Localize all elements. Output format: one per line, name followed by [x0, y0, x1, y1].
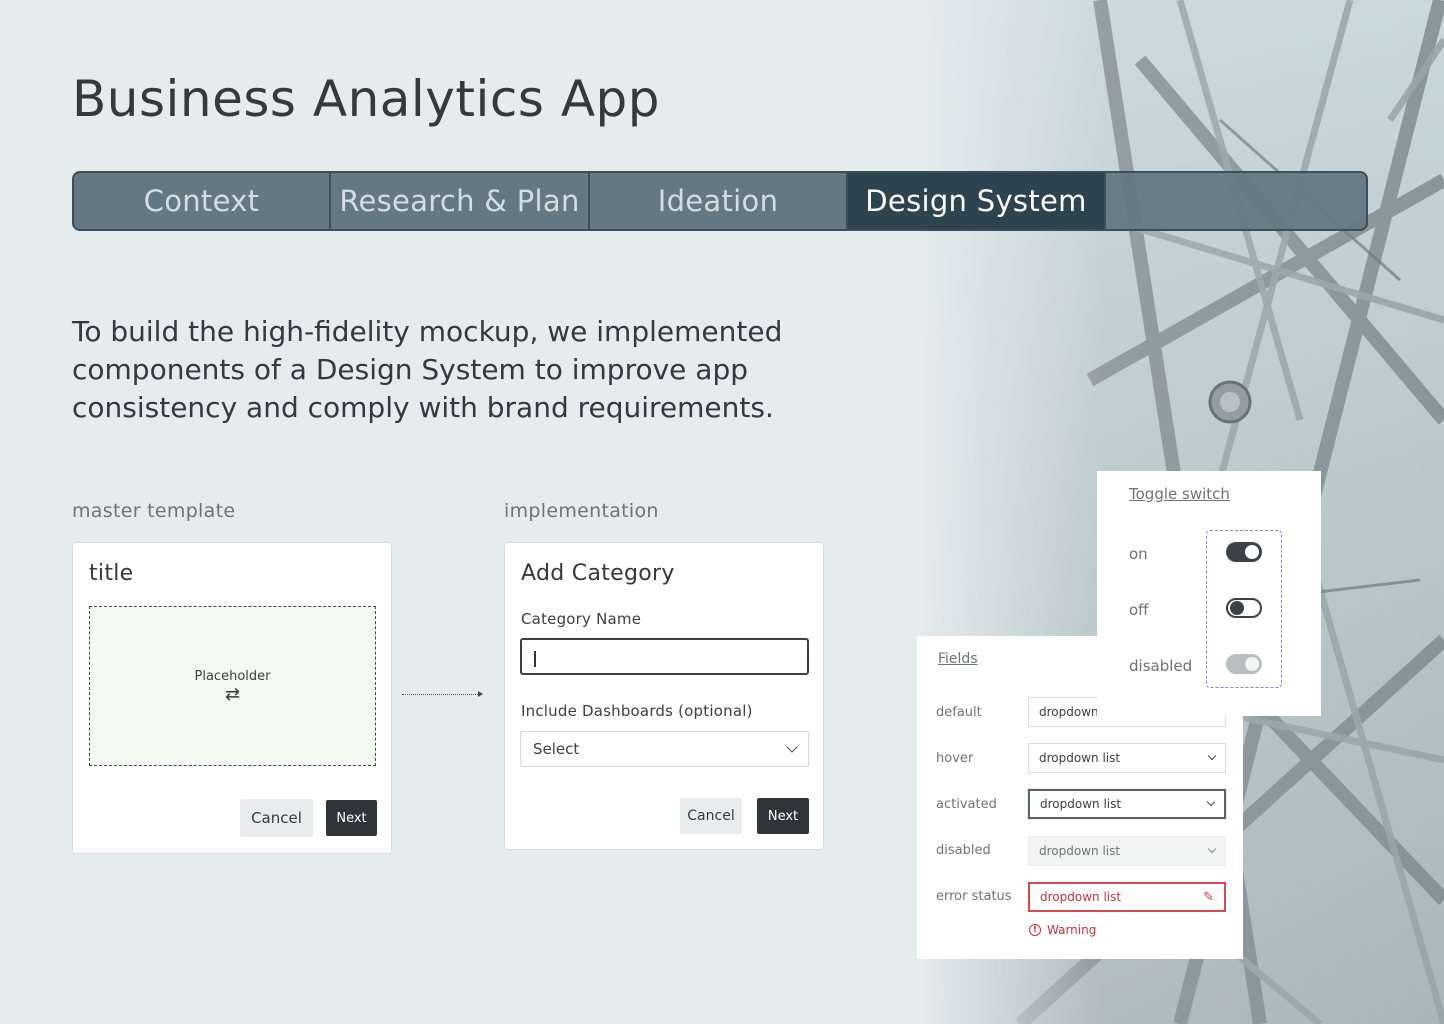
tab-ideation[interactable]: Ideation: [590, 173, 848, 229]
master-cancel-button[interactable]: Cancel: [240, 799, 313, 837]
swap-icon: ⇄: [224, 683, 241, 705]
dropdown-activated[interactable]: dropdown list: [1028, 789, 1226, 819]
add-category-title: Add Category: [521, 561, 675, 586]
master-template-card: title Placeholder ⇄ Cancel Next: [72, 542, 392, 854]
toggle-group-outline: [1206, 530, 1282, 688]
dashboards-select[interactable]: Select: [520, 731, 809, 767]
tab-research-plan[interactable]: Research & Plan: [331, 173, 590, 229]
dropdown-hover[interactable]: dropdown list: [1028, 743, 1226, 773]
dropdown-value: dropdown list: [1040, 797, 1122, 811]
state-label-activated: activated: [936, 797, 997, 812]
toggle-label-on: on: [1129, 545, 1148, 563]
chevron-down-icon: [1206, 797, 1216, 807]
add-category-card: Add Category Category Name Include Dashb…: [504, 542, 824, 850]
chevron-down-icon: [1207, 844, 1217, 854]
page-title: Business Analytics App: [72, 70, 661, 128]
include-dashboards-label: Include Dashboards (optional): [521, 702, 753, 720]
category-name-label: Category Name: [521, 610, 642, 628]
dropdown-value: dropdown list: [1039, 751, 1121, 765]
fields-heading: Fields: [938, 651, 978, 667]
tab-context[interactable]: Context: [74, 173, 331, 229]
text-caret: [534, 651, 536, 667]
warning-text: Warning: [1047, 923, 1097, 937]
warning-icon: !: [1029, 924, 1041, 936]
tab-bar-filler: [1106, 173, 1366, 229]
tab-design-system[interactable]: Design System: [848, 173, 1106, 229]
dropdown-value: dropdown list: [1039, 844, 1121, 858]
dropdown-value: dropdown list: [1040, 890, 1122, 904]
state-label-disabled: disabled: [936, 843, 991, 858]
category-name-input[interactable]: [520, 638, 809, 675]
master-template-label: master template: [72, 500, 236, 522]
arrow-connector: [402, 690, 483, 697]
placeholder-label: Placeholder: [194, 668, 271, 684]
state-label-hover: hover: [936, 751, 974, 766]
dashboards-select-value: Select: [533, 740, 580, 758]
toggle-label-disabled: disabled: [1129, 657, 1193, 675]
state-label-default: default: [936, 705, 982, 720]
toggle-knob: [1245, 545, 1259, 559]
master-card-title: title: [89, 561, 134, 586]
warning-message: ! Warning: [1029, 923, 1096, 937]
toggle-switch-off[interactable]: [1226, 598, 1262, 618]
toggle-switch-on[interactable]: [1226, 542, 1262, 562]
implementation-next-button[interactable]: Next: [757, 798, 809, 834]
pencil-icon: ✎: [1203, 889, 1214, 905]
implementation-label: implementation: [504, 500, 659, 522]
dropdown-error[interactable]: dropdown list ✎: [1028, 882, 1226, 912]
state-label-error: error status: [936, 889, 1012, 904]
toggle-switch-disabled: [1226, 654, 1262, 674]
master-next-button[interactable]: Next: [326, 800, 377, 836]
toggle-knob: [1245, 657, 1259, 671]
implementation-cancel-button[interactable]: Cancel: [680, 798, 742, 834]
dropdown-disabled: dropdown list: [1028, 836, 1226, 866]
placeholder-area: Placeholder ⇄: [89, 606, 376, 766]
chevron-down-icon: [786, 741, 798, 753]
intro-text: To build the high-fidelity mockup, we im…: [72, 315, 783, 424]
toggle-knob: [1230, 601, 1244, 615]
toggle-switch-heading: Toggle switch: [1129, 485, 1230, 503]
chevron-down-icon: [1207, 751, 1217, 761]
tab-bar: Context Research & Plan Ideation Design …: [72, 171, 1368, 231]
toggle-label-off: off: [1129, 601, 1149, 619]
